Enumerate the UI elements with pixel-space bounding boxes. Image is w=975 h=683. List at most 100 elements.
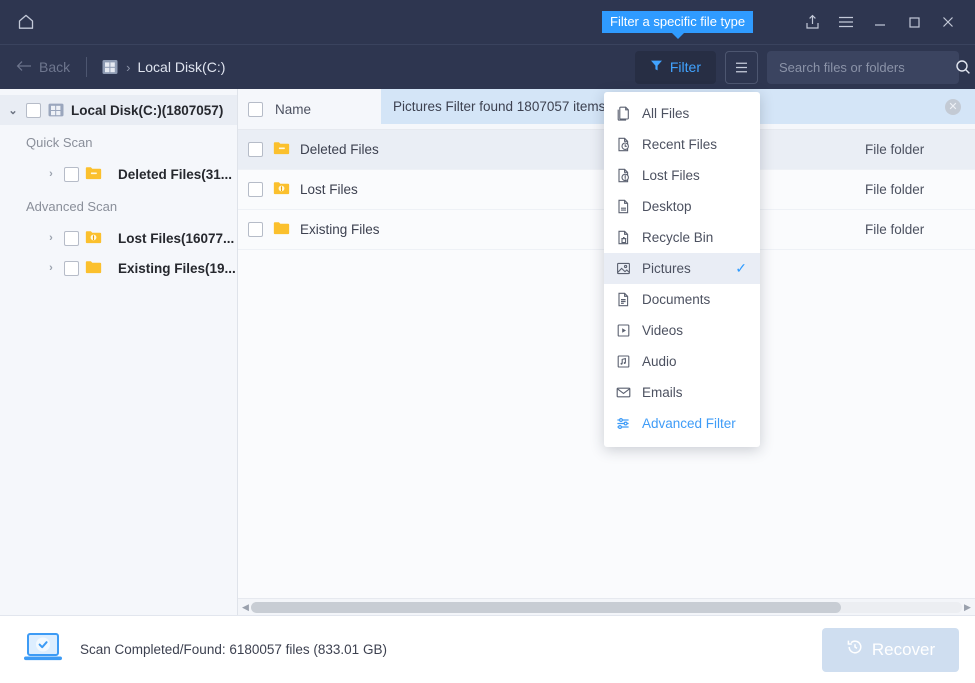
body-area: ⌄ Local Disk(C:)(1807057) Quick Scan › D… [0, 89, 975, 615]
disk-icon [47, 101, 65, 119]
title-bar [0, 0, 975, 44]
toolbar-divider [86, 57, 88, 77]
lost-folder-icon [85, 230, 112, 247]
sidebar-item-local-disk[interactable]: ⌄ Local Disk(C:)(1807057) [0, 95, 237, 125]
recover-button[interactable]: Recover [822, 627, 959, 672]
folder-icon [85, 260, 112, 277]
menu-item-label: Audio [642, 354, 677, 369]
recycle-bin-icon [615, 229, 632, 246]
menu-item-emails[interactable]: Emails [604, 377, 760, 408]
lost-files-icon [615, 167, 632, 184]
status-bar: Scan Completed/Found: 6180057 files (833… [0, 615, 975, 683]
scan-status-text: Scan Completed/Found: 6180057 files (833… [80, 642, 387, 657]
audio-icon [615, 353, 632, 370]
sidebar-item-label: Local Disk(C:)(1807057) [71, 102, 224, 118]
menu-item-audio[interactable]: Audio [604, 346, 760, 377]
home-button[interactable] [0, 0, 52, 44]
sidebar-group-advanced-scan: Advanced Scan [0, 189, 237, 223]
menu-item-videos[interactable]: Videos [604, 315, 760, 346]
select-all-checkbox[interactable] [248, 101, 263, 117]
emails-icon [615, 384, 632, 401]
search-icon[interactable] [955, 59, 971, 75]
row-type: File folder [865, 182, 925, 197]
chevron-right-icon[interactable]: › [44, 168, 58, 180]
breadcrumb-current[interactable]: Local Disk(C:) [137, 59, 225, 75]
scroll-left-arrow-icon[interactable]: ◀ [240, 602, 251, 613]
sidebar-item-label: Lost Files(16077... [118, 230, 235, 246]
sidebar-item-existing-files[interactable]: › Existing Files(19... [0, 253, 237, 283]
menu-item-all-files[interactable]: All Files [604, 98, 760, 129]
menu-item-lost-files[interactable]: Lost Files [604, 160, 760, 191]
menu-item-documents[interactable]: Documents [604, 284, 760, 315]
horizontal-scrollbar[interactable]: ◀ ▶ [238, 598, 975, 615]
maximize-icon[interactable] [897, 0, 931, 44]
recover-button-label: Recover [871, 639, 936, 659]
filter-button[interactable]: Filter [634, 50, 716, 84]
scrollbar-track[interactable] [251, 601, 962, 613]
videos-icon [615, 322, 632, 339]
window-controls [795, 0, 975, 44]
filter-tooltip-text: Filter a specific file type [610, 14, 746, 29]
menu-item-label: Pictures [642, 261, 691, 276]
share-icon[interactable] [795, 0, 829, 44]
deleted-folder-icon [273, 141, 300, 158]
menu-item-advanced-filter[interactable]: Advanced Filter [604, 408, 760, 439]
menu-item-label: Desktop [642, 199, 692, 214]
chevron-down-icon[interactable]: ⌄ [6, 104, 20, 117]
column-header-name[interactable]: Name [275, 102, 311, 117]
sidebar-item-deleted-files[interactable]: › Deleted Files(31... [0, 159, 237, 189]
close-circle-icon[interactable]: ✕ [945, 98, 961, 115]
menu-item-label: Advanced Filter [642, 416, 736, 431]
menu-icon[interactable] [829, 0, 863, 44]
sidebar-checkbox-local-disk[interactable] [26, 102, 41, 118]
chevron-right-icon[interactable]: › [44, 232, 58, 244]
row-checkbox[interactable] [248, 222, 263, 237]
sidebar-checkbox-deleted-files[interactable] [64, 166, 79, 182]
sidebar-item-label: Existing Files(19... [118, 260, 236, 276]
sidebar-checkbox-lost-files[interactable] [64, 230, 79, 246]
menu-item-label: Recent Files [642, 137, 718, 152]
menu-item-recent-files[interactable]: Recent Files [604, 129, 760, 160]
app-window: Filter a specific file type Back › Local… [0, 0, 975, 683]
row-name: Lost Files [300, 182, 358, 197]
documents-icon [615, 291, 632, 308]
sidebar-item-lost-files[interactable]: › Lost Files(16077... [0, 223, 237, 253]
recent-files-icon [615, 136, 632, 153]
check-icon: ✓ [735, 260, 747, 276]
back-button[interactable]: Back [16, 59, 70, 75]
arrow-left-icon [16, 59, 32, 75]
breadcrumb-separator: › [126, 59, 131, 75]
disk-icon [101, 58, 119, 76]
scroll-right-arrow-icon[interactable]: ▶ [962, 602, 973, 613]
menu-item-label: Lost Files [642, 168, 700, 183]
desktop-icon [615, 198, 632, 215]
row-name: Deleted Files [300, 142, 379, 157]
row-checkbox[interactable] [248, 142, 263, 157]
minimize-icon[interactable] [863, 0, 897, 44]
menu-item-label: Recycle Bin [642, 230, 714, 245]
search-input[interactable] [779, 59, 955, 75]
menu-item-pictures[interactable]: Pictures ✓ [604, 253, 760, 284]
chevron-right-icon[interactable]: › [44, 262, 58, 274]
row-name: Existing Files [300, 222, 380, 237]
tooltip-arrow-icon [671, 33, 684, 39]
filter-dropdown-menu: All Files Recent Files Lost Files Deskto… [604, 92, 760, 447]
list-view-icon[interactable] [725, 50, 758, 84]
sidebar-checkbox-existing-files[interactable] [64, 260, 79, 276]
filter-tooltip: Filter a specific file type [602, 11, 754, 39]
row-type: File folder [865, 222, 925, 237]
scrollbar-thumb[interactable] [251, 601, 842, 613]
folder-icon [273, 221, 300, 238]
sidebar-item-label: Deleted Files(31... [118, 166, 233, 182]
toolbar-right: Filter [634, 50, 975, 84]
row-type: File folder [865, 142, 925, 157]
menu-item-desktop[interactable]: Desktop [604, 191, 760, 222]
menu-item-recycle-bin[interactable]: Recycle Bin [604, 222, 760, 253]
search-box[interactable] [767, 50, 970, 84]
filter-button-label: Filter [669, 59, 701, 75]
row-checkbox[interactable] [248, 182, 263, 197]
menu-item-label: Videos [642, 323, 684, 338]
deleted-folder-icon [85, 166, 112, 183]
toolbar: Back › Local Disk(C:) Filter Search file… [0, 44, 975, 89]
close-icon[interactable] [931, 0, 965, 44]
